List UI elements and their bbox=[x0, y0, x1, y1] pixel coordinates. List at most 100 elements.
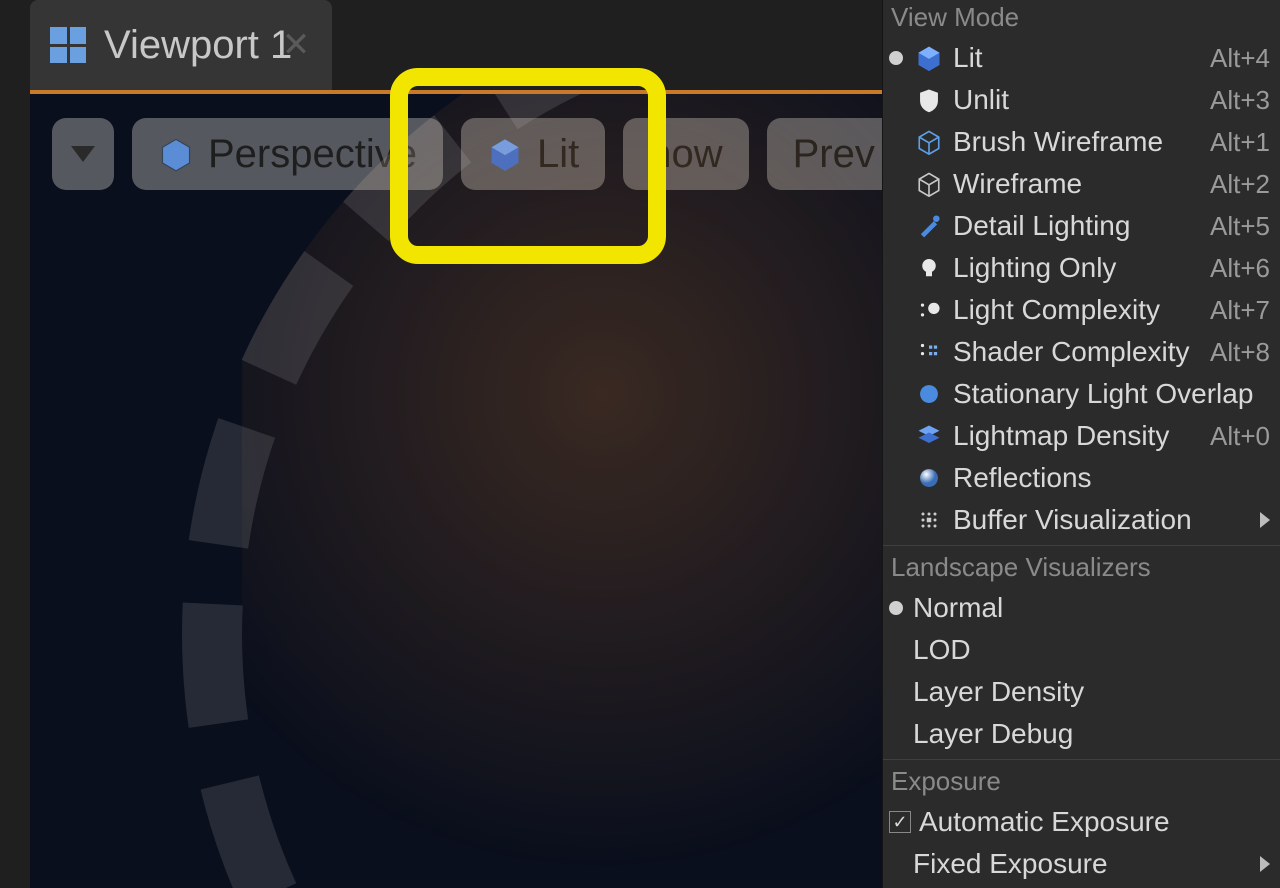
menu-label: Stationary Light Overlap bbox=[953, 378, 1270, 410]
menu-item-fixed-exposure[interactable]: Fixed Exposure bbox=[883, 843, 1280, 885]
menu-item-stationary-light-overlap[interactable]: Stationary Light Overlap bbox=[883, 373, 1280, 415]
menu-item-shader-complexity[interactable]: Shader Complexity Alt+8 bbox=[883, 331, 1280, 373]
section-header-view-mode: View Mode bbox=[883, 0, 1280, 37]
menu-label: Buffer Visualization bbox=[953, 504, 1248, 536]
shortcut-text: Alt+5 bbox=[1210, 211, 1270, 242]
menu-item-unlit[interactable]: Unlit Alt+3 bbox=[883, 79, 1280, 121]
radio-icon bbox=[889, 135, 903, 149]
brush-icon bbox=[913, 210, 945, 242]
lit-label: Lit bbox=[537, 132, 579, 177]
menu-item-detail-lighting[interactable]: Detail Lighting Alt+5 bbox=[883, 205, 1280, 247]
menu-divider bbox=[883, 545, 1280, 546]
shield-icon bbox=[913, 84, 945, 116]
grid-dots-icon bbox=[913, 504, 945, 536]
show-button[interactable]: how bbox=[623, 118, 748, 190]
cube-wire-icon bbox=[913, 168, 945, 200]
menu-label: Unlit bbox=[953, 84, 1202, 116]
radio-icon bbox=[889, 727, 903, 741]
shader-complexity-icon bbox=[913, 336, 945, 368]
menu-label: Lighting Only bbox=[953, 252, 1202, 284]
shortcut-text: Alt+7 bbox=[1210, 295, 1270, 326]
radio-icon bbox=[889, 261, 903, 275]
show-label: how bbox=[649, 132, 722, 177]
menu-label: Light Complexity bbox=[953, 294, 1202, 326]
radio-icon bbox=[889, 51, 903, 65]
menu-label: Fixed Exposure bbox=[913, 848, 1248, 880]
menu-item-buffer-visualization[interactable]: Buffer Visualization bbox=[883, 499, 1280, 541]
section-header-exposure: Exposure bbox=[883, 764, 1280, 801]
shortcut-text: Alt+2 bbox=[1210, 169, 1270, 200]
menu-item-reflections[interactable]: Reflections bbox=[883, 457, 1280, 499]
shortcut-text: Alt+3 bbox=[1210, 85, 1270, 116]
perspective-button[interactable]: Perspective bbox=[132, 118, 443, 190]
radio-icon bbox=[889, 303, 903, 317]
radio-icon bbox=[889, 429, 903, 443]
view-mode-menu: View Mode Lit Alt+4 Unlit Alt+3 Brush Wi… bbox=[882, 0, 1280, 888]
chevron-right-icon bbox=[1260, 512, 1270, 528]
radio-icon bbox=[889, 601, 903, 615]
shortcut-text: Alt+4 bbox=[1210, 43, 1270, 74]
shortcut-text: Alt+0 bbox=[1210, 421, 1270, 452]
viewport-toolbar: Perspective Lit how Prev bbox=[52, 118, 882, 190]
menu-label: LOD bbox=[913, 634, 1270, 666]
shortcut-text: Alt+1 bbox=[1210, 127, 1270, 158]
menu-item-landscape-layer-density[interactable]: Layer Density bbox=[883, 671, 1280, 713]
shortcut-text: Alt+6 bbox=[1210, 253, 1270, 284]
radio-icon bbox=[889, 345, 903, 359]
viewport-icon bbox=[50, 27, 86, 63]
menu-label: Layer Density bbox=[913, 676, 1270, 708]
layers-icon bbox=[913, 420, 945, 452]
menu-item-landscape-lod[interactable]: LOD bbox=[883, 629, 1280, 671]
preview-label: Prev bbox=[793, 132, 875, 177]
sphere-reflect-icon bbox=[913, 462, 945, 494]
radio-icon bbox=[889, 857, 903, 871]
menu-item-light-complexity[interactable]: Light Complexity Alt+7 bbox=[883, 289, 1280, 331]
chevron-right-icon bbox=[1260, 856, 1270, 872]
radio-icon bbox=[889, 471, 903, 485]
section-header-landscape: Landscape Visualizers bbox=[883, 550, 1280, 587]
radio-icon bbox=[889, 219, 903, 233]
menu-item-landscape-layer-debug[interactable]: Layer Debug bbox=[883, 713, 1280, 755]
menu-item-lit[interactable]: Lit Alt+4 bbox=[883, 37, 1280, 79]
menu-item-lightmap-density[interactable]: Lightmap Density Alt+0 bbox=[883, 415, 1280, 457]
menu-item-wireframe[interactable]: Wireframe Alt+2 bbox=[883, 163, 1280, 205]
menu-label: Automatic Exposure bbox=[919, 806, 1270, 838]
menu-label: Lit bbox=[953, 42, 1202, 74]
radio-icon bbox=[889, 685, 903, 699]
menu-label: Lightmap Density bbox=[953, 420, 1202, 452]
menu-label: Reflections bbox=[953, 462, 1270, 494]
menu-label: Normal bbox=[913, 592, 1270, 624]
radio-icon bbox=[889, 93, 903, 107]
bulb-icon bbox=[913, 252, 945, 284]
radio-icon bbox=[889, 387, 903, 401]
light-complexity-icon bbox=[913, 294, 945, 326]
viewport-panel: Viewport 1 ✕ Perspective Lit how bbox=[0, 0, 882, 888]
perspective-icon bbox=[158, 136, 194, 172]
menu-item-brush-wireframe[interactable]: Brush Wireframe Alt+1 bbox=[883, 121, 1280, 163]
menu-divider bbox=[883, 759, 1280, 760]
perspective-label: Perspective bbox=[208, 132, 417, 177]
cube-blue-icon bbox=[913, 42, 945, 74]
menu-label: Brush Wireframe bbox=[953, 126, 1202, 158]
tab-title: Viewport 1 bbox=[104, 23, 292, 68]
radio-icon bbox=[889, 643, 903, 657]
sphere-blue-icon bbox=[913, 378, 945, 410]
menu-item-automatic-exposure[interactable]: ✓ Automatic Exposure bbox=[883, 801, 1280, 843]
menu-item-lighting-only[interactable]: Lighting Only Alt+6 bbox=[883, 247, 1280, 289]
viewport-3d-view[interactable]: Perspective Lit how Prev bbox=[30, 90, 882, 888]
tab-bar: Viewport 1 ✕ bbox=[30, 0, 332, 90]
menu-label: Detail Lighting bbox=[953, 210, 1202, 242]
menu-label: Shader Complexity bbox=[953, 336, 1202, 368]
shortcut-text: Alt+8 bbox=[1210, 337, 1270, 368]
preview-button[interactable]: Prev bbox=[767, 118, 882, 190]
cube-wire-blue-icon bbox=[913, 126, 945, 158]
menu-label: Wireframe bbox=[953, 168, 1202, 200]
close-icon[interactable]: ✕ bbox=[282, 25, 311, 65]
radio-icon bbox=[889, 177, 903, 191]
menu-label: Layer Debug bbox=[913, 718, 1270, 750]
viewport-tab[interactable]: Viewport 1 ✕ bbox=[30, 0, 332, 90]
radio-icon bbox=[889, 513, 903, 527]
menu-item-landscape-normal[interactable]: Normal bbox=[883, 587, 1280, 629]
viewport-options-dropdown[interactable] bbox=[52, 118, 114, 190]
lit-button[interactable]: Lit bbox=[461, 118, 605, 190]
